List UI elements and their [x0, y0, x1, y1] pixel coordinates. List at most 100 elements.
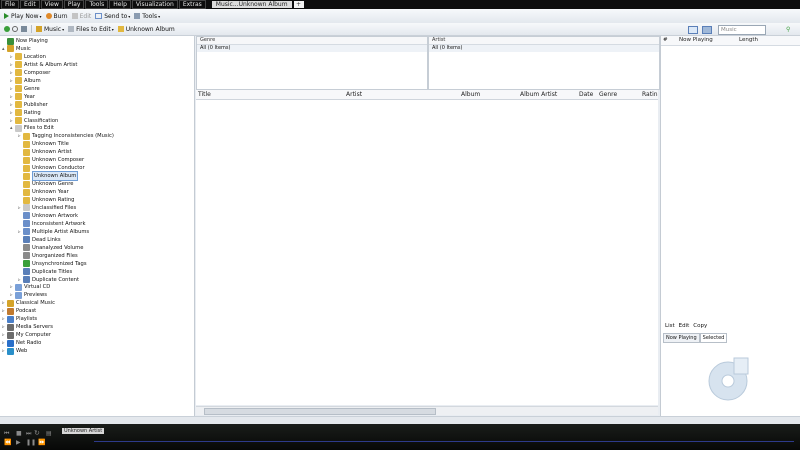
send-to-button[interactable]: Send to ▾ — [95, 13, 130, 20]
tree-item[interactable]: ▹ Playlists — [2, 315, 37, 323]
scrollbar-thumb[interactable] — [204, 408, 436, 415]
tree-item[interactable]: Duplicate Titles — [18, 268, 72, 276]
tree-item[interactable]: ▹ Year — [10, 93, 35, 101]
tree-item[interactable]: ▹ Net Radio — [2, 339, 41, 347]
grid-view-icon[interactable] — [702, 26, 712, 34]
tree-item[interactable]: ▹ Album — [10, 77, 41, 85]
column-now-playing[interactable]: Now Playing — [679, 36, 713, 45]
tree-item[interactable]: Unsynchronized Tags — [18, 260, 87, 268]
burn-button[interactable]: Burn — [45, 13, 68, 20]
menu-extras[interactable]: Extras — [178, 0, 206, 9]
tree-item[interactable]: ▹ Unclassified Files — [18, 204, 76, 212]
tree-item[interactable]: Unknown Rating — [18, 196, 74, 204]
genre-pane-header[interactable]: Genre — [197, 37, 427, 45]
column-artist[interactable]: Artist — [346, 90, 362, 99]
prev-icon[interactable]: ⏮ — [4, 430, 9, 438]
tree-item[interactable]: Unanalyzed Volume — [18, 244, 83, 252]
column-length[interactable]: Length — [739, 36, 758, 45]
menu-view[interactable]: View — [40, 0, 63, 9]
tree-item[interactable]: Unknown Title — [18, 140, 69, 148]
forward-icon[interactable] — [12, 26, 18, 32]
new-tab-button[interactable]: + — [293, 1, 304, 8]
tree-item[interactable]: ▹ Duplicate Content — [18, 276, 79, 284]
stop-icon[interactable]: ■ — [16, 430, 22, 437]
tree-item[interactable]: ▹ Podcast — [2, 307, 36, 315]
repeat-icon[interactable]: ↻ — [34, 429, 40, 437]
pause-icon[interactable]: ❚❚ — [26, 439, 36, 446]
menu-tools[interactable]: Tools — [85, 0, 109, 9]
tab-selected[interactable]: Selected — [699, 333, 728, 343]
column-album-artist[interactable]: Album Artist — [520, 90, 557, 99]
menu-edit-pane[interactable]: Edit — [679, 323, 690, 329]
tree-item[interactable]: Inconsistent Artwork — [18, 220, 85, 228]
search-input[interactable]: Music — [718, 25, 766, 35]
menu-icon[interactable]: ▤ — [46, 430, 52, 437]
column-date[interactable]: Date — [579, 90, 593, 99]
menu-play[interactable]: Play — [63, 0, 85, 9]
seek-bar[interactable] — [94, 441, 794, 442]
tree-item[interactable]: Unknown Genre — [18, 180, 73, 188]
tree-item[interactable]: ▹ Composer — [10, 69, 50, 77]
menu-copy[interactable]: Copy — [693, 323, 707, 329]
tree-item[interactable]: ▹ Web — [2, 347, 27, 355]
genre-all-row[interactable]: All (0 Items) — [197, 45, 427, 52]
tree-item-label: Playlists — [16, 316, 38, 323]
play-now-button[interactable]: Play Now ▾ — [4, 13, 42, 20]
horizontal-scrollbar[interactable] — [196, 406, 658, 415]
tree-item[interactable]: Unknown Composer — [18, 156, 84, 164]
tree-item[interactable]: ▹ Virtual CD — [10, 283, 50, 291]
column-title[interactable]: Title — [198, 90, 211, 99]
tree-item[interactable]: Unknown Year — [18, 188, 69, 196]
search-icon[interactable]: ⚲ — [786, 26, 790, 33]
column-genre[interactable]: Genre — [599, 90, 617, 99]
tree-item[interactable]: ▹ Rating — [10, 109, 41, 117]
tree-item[interactable]: ▹ Classification — [10, 117, 58, 125]
tree-item[interactable]: Unknown Artist — [18, 148, 72, 156]
menu-help[interactable]: Help — [109, 0, 131, 9]
menu-file[interactable]: File — [1, 0, 20, 9]
tree-item[interactable]: ▴ Files to Edit — [10, 124, 54, 132]
breadcrumb-files-to-edit[interactable]: Files to Edit ▾ — [68, 26, 114, 33]
track-list[interactable] — [196, 100, 658, 405]
rewind-icon[interactable]: ⏪ — [4, 439, 11, 446]
tree-item[interactable]: ▹ Previews — [10, 291, 47, 299]
tree-item[interactable]: ▹ Tagging Inconsistencies (Music) — [18, 132, 114, 140]
play-icon[interactable]: ▶ — [16, 439, 21, 446]
back-icon[interactable] — [4, 26, 10, 32]
next-icon[interactable]: ⏭ — [26, 430, 31, 438]
tree-item[interactable]: ▹ Classical Music — [2, 299, 55, 307]
tree-item[interactable]: Unknown Album — [18, 171, 79, 182]
column-rating[interactable]: Ratin — [642, 90, 658, 99]
layout-icon[interactable] — [21, 26, 27, 32]
tree-item[interactable]: Dead Links — [18, 236, 61, 244]
edit-button[interactable]: Edit — [71, 13, 91, 20]
tab-current[interactable]: Music...Unknown Album — [211, 1, 292, 8]
tree-item[interactable]: Unknown Artwork — [18, 212, 78, 220]
tab-now-playing[interactable]: Now Playing — [663, 333, 700, 343]
tree-item[interactable]: ▹ Multiple Artist Albums — [18, 228, 89, 236]
tree-item[interactable]: ▹ Publisher — [10, 101, 48, 109]
tree-item[interactable]: ▹ Artist & Album Artist — [10, 61, 77, 69]
tree-item-label: Podcast — [16, 308, 37, 315]
column-number[interactable]: # — [663, 36, 668, 45]
menu-list[interactable]: List — [665, 323, 675, 329]
tree-item[interactable]: ▹ Media Servers — [2, 323, 53, 331]
artist-all-row[interactable]: All (0 Items) — [429, 45, 659, 52]
list-view-icon[interactable] — [688, 26, 698, 34]
breadcrumb-music[interactable]: Music ▾ — [36, 26, 64, 33]
forward-icon[interactable]: ⏩ — [38, 439, 45, 446]
tree-item[interactable]: ▹ My Computer — [2, 331, 51, 339]
artist-pane-header[interactable]: Artist — [429, 37, 659, 45]
menu-visualization[interactable]: Visualization — [131, 0, 178, 9]
tree-item[interactable]: Unorganized Files — [18, 252, 78, 260]
menu-edit[interactable]: Edit — [20, 0, 40, 9]
tree-item[interactable]: ▹ Genre — [10, 85, 40, 93]
tools-button[interactable]: Tools ▾ — [134, 13, 160, 20]
tree-item[interactable]: ▴ Music — [2, 45, 31, 53]
tree-node-icon — [23, 204, 30, 212]
tree-item[interactable]: ▹ Location — [10, 53, 46, 61]
now-playing-header: # Now Playing Length — [661, 36, 800, 46]
tree-item[interactable]: Now Playing — [2, 37, 48, 45]
column-album[interactable]: Album — [461, 90, 480, 99]
breadcrumb-unknown-album[interactable]: Unknown Album — [117, 26, 175, 33]
